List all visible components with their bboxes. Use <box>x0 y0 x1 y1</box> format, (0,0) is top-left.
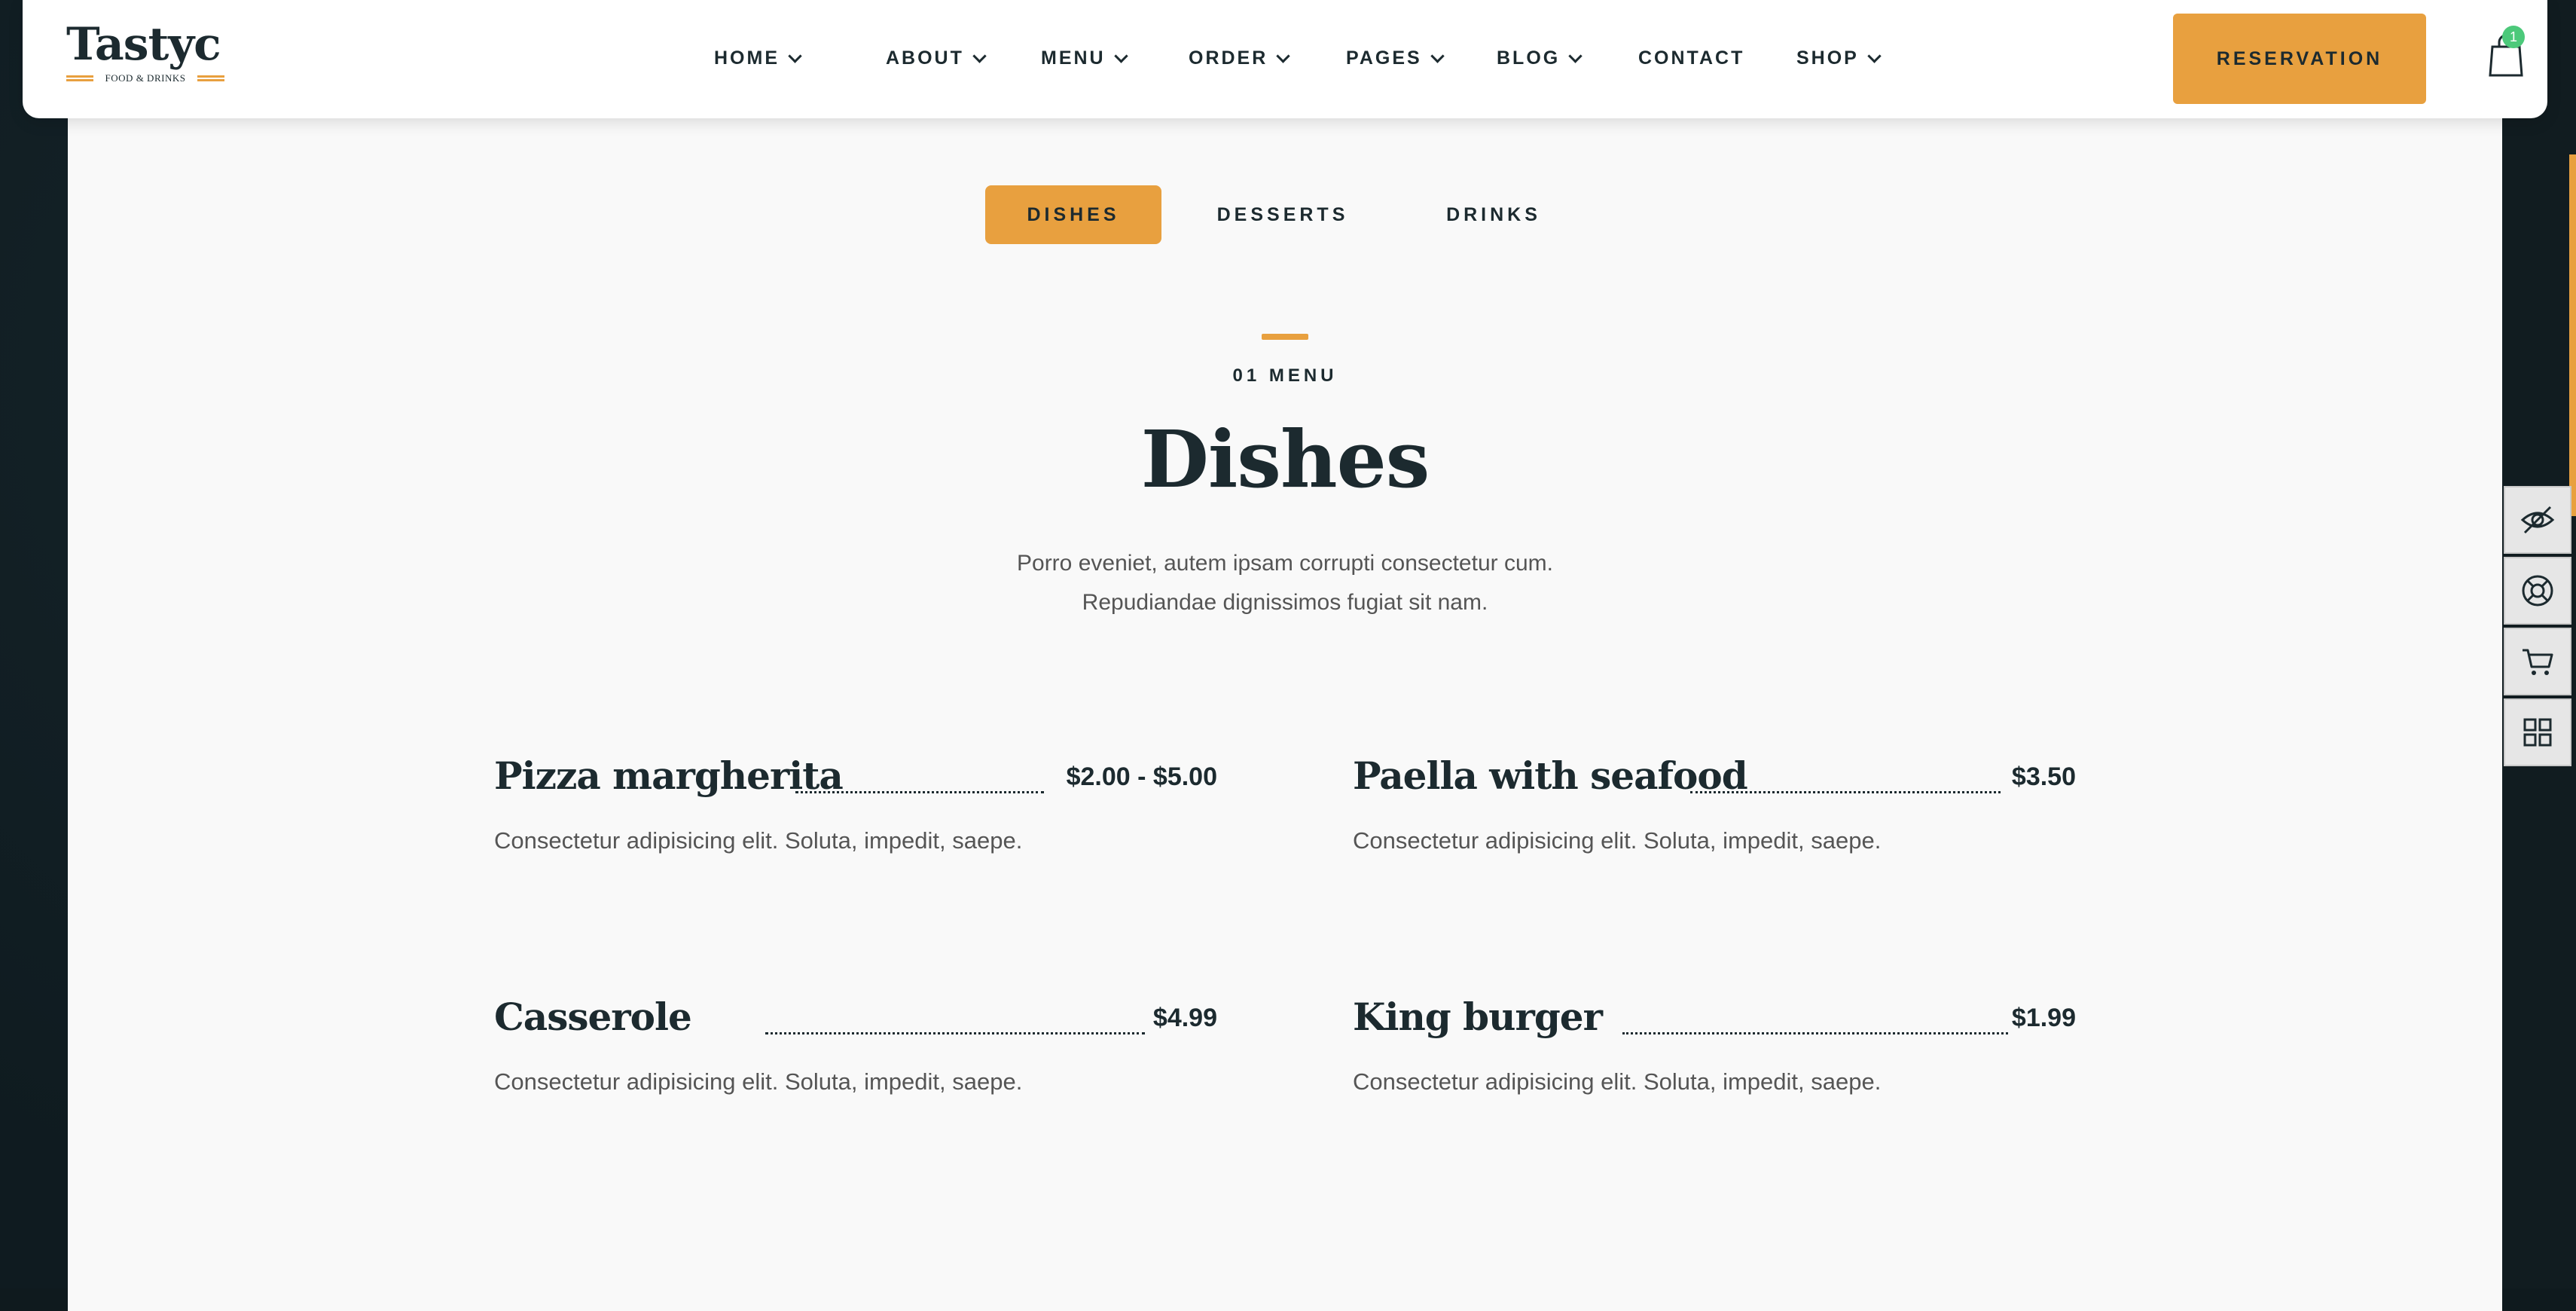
menu-item-king-burger: King burger $1.99 Consectetur adipisicin… <box>1353 995 2076 1100</box>
nav-item-order[interactable]: ORDER <box>1189 39 1290 77</box>
nav-item-blog[interactable]: BLOG <box>1497 39 1583 77</box>
cart-icon[interactable] <box>2504 628 2571 695</box>
section-description: Porro eveniet, autem ipsam corrupti cons… <box>904 544 1666 622</box>
tab-dishes[interactable]: DISHES <box>985 185 1161 244</box>
reservation-button[interactable]: RESERVATION <box>2173 14 2426 104</box>
side-toolbar <box>2504 486 2571 769</box>
chevron-down-icon <box>1568 48 1583 63</box>
chevron-down-icon <box>788 48 802 63</box>
menu-item-casserole: Casserole $4.99 Consectetur adipisicing … <box>494 995 1217 1100</box>
tab-drinks[interactable]: DRINKS <box>1416 185 1571 244</box>
dotted-leader <box>1622 1032 2008 1034</box>
chevron-down-icon <box>1867 48 1882 63</box>
section-accent-bar <box>1262 334 1308 340</box>
nav-item-about[interactable]: ABOUT <box>886 39 987 77</box>
menu-item-pizza-margherita: Pizza margherita $2.00 - $5.00 Consectet… <box>494 753 1217 859</box>
section-title: Dishes <box>1140 413 1430 506</box>
chevron-down-icon <box>1113 48 1128 63</box>
menu-item-description: Consectetur adipisicing elit. Soluta, im… <box>494 827 1023 854</box>
menu-item-paella-with-seafood: Paella with seafood $3.50 Consectetur ad… <box>1353 753 2076 859</box>
cart-count-badge: 1 <box>2502 26 2525 48</box>
logo-title: Tastyc <box>66 18 221 71</box>
logo-tagline: FOOD & DRINKS <box>105 72 186 84</box>
scroll-indicator[interactable] <box>2569 154 2576 516</box>
menu-item-description: Consectetur adipisicing elit. Soluta, im… <box>1353 1068 1882 1095</box>
menu-item-name: King burger <box>1353 995 1603 1039</box>
logo[interactable]: Tastyc FOOD & DRINKS <box>66 18 224 93</box>
menu-item-name: Pizza margherita <box>494 753 844 798</box>
menu-item-description: Consectetur adipisicing elit. Soluta, im… <box>494 1068 1023 1095</box>
nav-item-menu[interactable]: MENU <box>1041 39 1128 77</box>
section-description-line: Porro eveniet, autem ipsam corrupti cons… <box>1017 551 1553 576</box>
chevron-down-icon <box>1430 48 1445 63</box>
section-description-line: Repudiandae dignissimos fugiat sit nam. <box>1082 590 1488 615</box>
section-kicker: 01 MENU <box>1232 365 1338 386</box>
menu-item-name: Paella with seafood <box>1353 753 1748 798</box>
logo-decoration-left <box>66 75 93 81</box>
dotted-leader <box>1690 791 2001 793</box>
grid-icon[interactable] <box>2504 698 2571 766</box>
menu-item-price: $2.00 - $5.00 <box>1066 762 1217 791</box>
menu-item-price: $3.50 <box>2011 762 2076 791</box>
chevron-down-icon <box>972 48 987 63</box>
nav-item-pages[interactable]: PAGES <box>1346 39 1445 77</box>
nav-item-contact[interactable]: CONTACT <box>1638 39 1744 77</box>
logo-decoration-right <box>197 75 224 81</box>
chevron-down-icon <box>1276 48 1290 63</box>
nav-item-shop[interactable]: SHOP <box>1796 39 1882 77</box>
menu-item-price: $1.99 <box>2011 1004 2076 1032</box>
menu-item-name: Casserole <box>494 995 692 1039</box>
menu-item-price: $4.99 <box>1152 1004 1217 1032</box>
dotted-leader <box>765 1032 1145 1034</box>
menu-item-description: Consectetur adipisicing elit. Soluta, im… <box>1353 827 1882 854</box>
dotted-leader <box>795 791 1044 793</box>
eye-slash-icon[interactable] <box>2504 486 2571 554</box>
menu-section-card <box>68 105 2502 1311</box>
lifebuoy-icon[interactable] <box>2504 557 2571 625</box>
nav-item-home[interactable]: HOME <box>714 39 802 77</box>
site-header: Tastyc FOOD & DRINKS HOME ABOUT MENU ORD… <box>23 0 2547 118</box>
tab-desserts[interactable]: DESSERTS <box>1190 185 1375 244</box>
